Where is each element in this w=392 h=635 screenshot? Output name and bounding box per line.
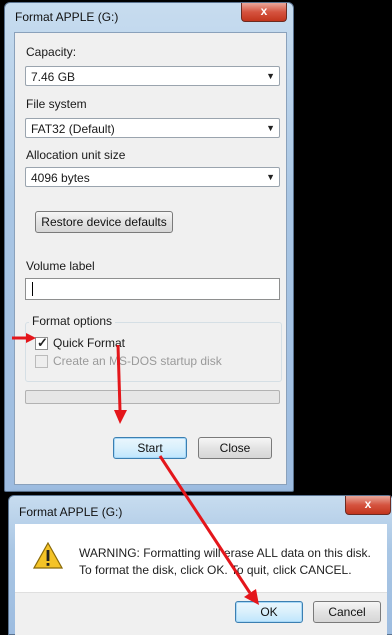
text-caret (32, 282, 33, 296)
window-title: Format APPLE (G:) (15, 10, 119, 24)
warning-message-line2: To format the disk, click OK. To quit, c… (79, 563, 352, 577)
msdos-startup-label: Create an MS-DOS startup disk (53, 354, 222, 368)
window-close-button[interactable]: x (241, 3, 287, 22)
format-window: Format APPLE (G:) x Capacity: 7.46 GB ▼ … (4, 2, 294, 492)
file-system-value: FAT32 (Default) (31, 122, 115, 136)
ok-button[interactable]: OK (235, 601, 303, 623)
dialog-close-button[interactable]: x (345, 496, 391, 515)
msdos-startup-checkbox[interactable] (35, 355, 48, 368)
restore-defaults-button[interactable]: Restore device defaults (35, 211, 173, 233)
capacity-value: 7.46 GB (31, 70, 76, 84)
allocation-value: 4096 bytes (31, 171, 90, 185)
close-button[interactable]: Close (198, 437, 272, 459)
file-system-label: File system (26, 97, 87, 111)
allocation-select[interactable]: 4096 bytes ▼ (25, 167, 280, 187)
file-system-select[interactable]: FAT32 (Default) ▼ (25, 118, 280, 138)
format-options-group (25, 322, 282, 382)
capacity-select[interactable]: 7.46 GB ▼ (25, 66, 280, 86)
capacity-label: Capacity: (26, 45, 77, 59)
warning-icon (33, 542, 63, 569)
warning-dialog: Format APPLE (G:) x WARNING: Formatting … (8, 495, 392, 635)
format-progress-bar (25, 390, 280, 404)
chevron-down-icon: ▼ (266, 172, 275, 182)
format-options-legend: Format options (29, 314, 116, 328)
chevron-down-icon: ▼ (266, 71, 275, 81)
chevron-down-icon: ▼ (266, 123, 275, 133)
quick-format-label: Quick Format (53, 336, 126, 350)
checkmark-icon: ✓ (37, 335, 48, 350)
volume-label-input[interactable] (25, 278, 280, 300)
cancel-button[interactable]: Cancel (313, 601, 381, 623)
dialog-footer: OK Cancel (15, 592, 387, 635)
start-button[interactable]: Start (113, 437, 187, 459)
allocation-label: Allocation unit size (26, 148, 126, 162)
volume-label-caption: Volume label (26, 259, 95, 273)
warning-message-line1: WARNING: Formatting will erase ALL data … (79, 546, 371, 560)
format-window-body: Capacity: 7.46 GB ▼ File system FAT32 (D… (14, 32, 287, 485)
quick-format-checkbox[interactable]: ✓ (35, 335, 48, 350)
dialog-title: Format APPLE (G:) (19, 505, 123, 519)
